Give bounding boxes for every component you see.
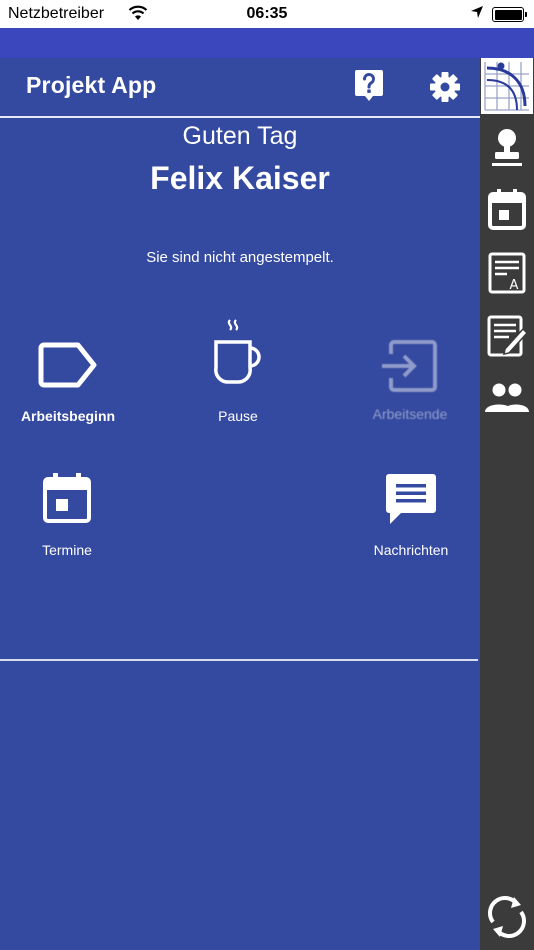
document-a-icon: A — [488, 252, 526, 294]
sidebar-item-calendar[interactable] — [483, 185, 531, 235]
status-bar: Netzbetreiber 06:35 — [0, 0, 534, 28]
sidebar-item-stamp[interactable] — [483, 122, 531, 172]
appointments-button[interactable]: Termine — [0, 472, 147, 558]
app-header: Projekt App — [0, 58, 480, 116]
header-divider — [0, 116, 480, 118]
stamp-status-text: Sie sind nicht angestempelt. — [146, 249, 334, 266]
sidebar-item-team[interactable] — [483, 374, 531, 424]
calendar-icon — [488, 189, 526, 230]
messages-label: Nachrichten — [373, 542, 449, 558]
pause-button[interactable]: Pause — [158, 318, 318, 424]
svg-text:A: A — [510, 278, 519, 293]
accent-strip — [0, 28, 534, 58]
location-arrow-icon — [470, 5, 484, 24]
appointments-label: Termine — [42, 542, 92, 558]
edit-note-icon — [487, 315, 529, 357]
sidebar-item-notes[interactable] — [483, 311, 531, 361]
clock-time: 06:35 — [246, 5, 288, 22]
work-end-button[interactable]: Arbeitsende — [330, 336, 490, 422]
help-icon — [355, 70, 383, 101]
calendar-icon — [43, 473, 91, 523]
stamp-icon — [492, 129, 522, 166]
people-icon — [485, 383, 529, 412]
settings-button[interactable] — [428, 70, 462, 104]
sync-icon — [488, 896, 526, 938]
app-logo — [481, 58, 533, 114]
gear-icon — [430, 72, 460, 102]
user-name: Felix Kaiser — [150, 160, 330, 196]
sync-button[interactable] — [483, 892, 531, 942]
greeting-text: Guten Tag — [182, 122, 298, 150]
pause-label: Pause — [218, 408, 258, 424]
app-title: Projekt App — [26, 72, 157, 98]
work-end-label: Arbeitsende — [372, 406, 448, 422]
messages-button[interactable]: Nachrichten — [331, 472, 491, 558]
content-divider — [0, 659, 478, 661]
work-start-button[interactable]: Arbeitsbeginn — [0, 338, 148, 424]
message-icon — [386, 474, 436, 524]
help-button[interactable] — [354, 68, 384, 102]
sidebar-item-document[interactable]: A — [483, 248, 531, 298]
exit-icon — [382, 340, 437, 392]
work-start-label: Arbeitsbeginn — [20, 408, 116, 424]
battery-icon — [492, 7, 527, 22]
coffee-cup-icon — [214, 319, 261, 384]
tag-icon — [38, 342, 97, 388]
